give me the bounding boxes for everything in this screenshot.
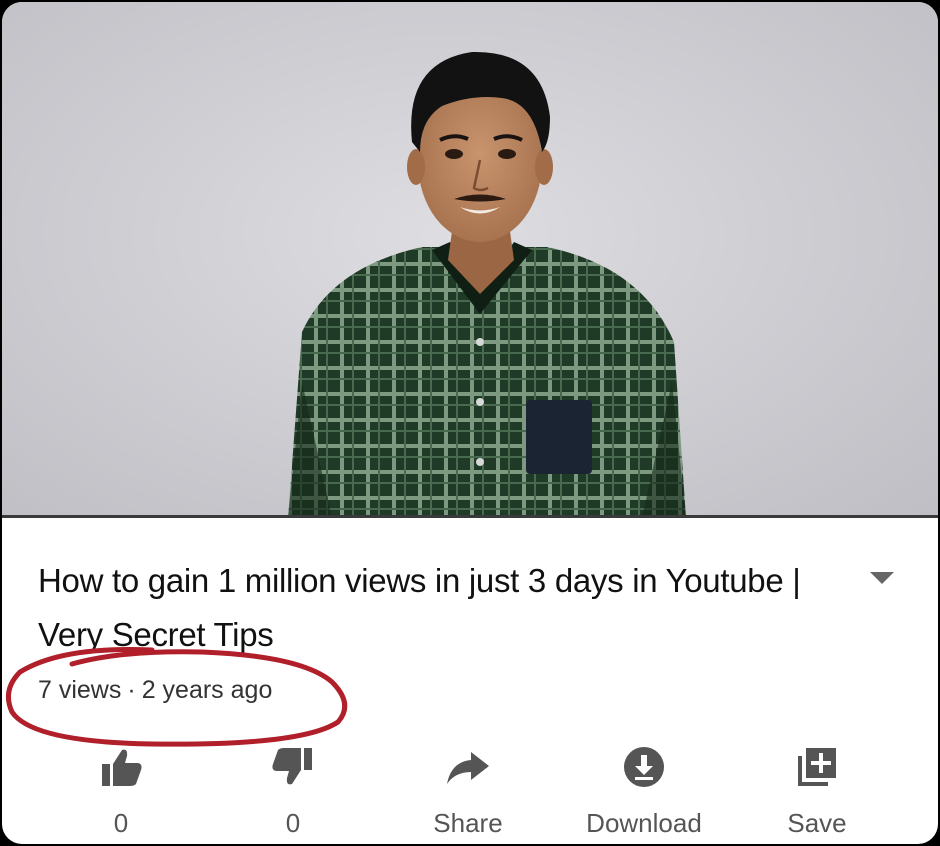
like-button[interactable]: 0 xyxy=(46,734,196,844)
download-icon xyxy=(624,747,664,787)
save-label: Save xyxy=(787,808,847,838)
presenter-image xyxy=(288,51,686,518)
save-button[interactable]: Save xyxy=(742,734,892,844)
like-count: 0 xyxy=(113,808,129,838)
thumbs-down-icon xyxy=(272,748,312,785)
video-player[interactable] xyxy=(2,2,938,518)
view-count: 7 views xyxy=(38,676,122,704)
chevron-down-icon[interactable] xyxy=(868,570,896,586)
share-label: Share xyxy=(433,808,503,838)
video-title: How to gain 1 million views in just 3 da… xyxy=(38,562,801,653)
share-button[interactable]: Share xyxy=(393,734,543,844)
download-button[interactable]: Download xyxy=(569,734,719,844)
upload-age: 2 years ago xyxy=(141,676,273,704)
add-to-playlist-icon xyxy=(798,748,836,786)
dislike-count: 0 xyxy=(285,808,301,838)
meta-separator: · xyxy=(127,676,136,704)
action-bar: 0 0 Share Download Save xyxy=(2,734,938,844)
dislike-button[interactable]: 0 xyxy=(218,734,368,844)
video-bottom-divider xyxy=(2,515,938,518)
share-arrow-icon xyxy=(447,752,489,784)
download-label: Download xyxy=(586,808,702,838)
video-meta: 7 views · 2 years ago xyxy=(38,676,272,705)
thumbs-up-icon xyxy=(102,749,142,786)
screenshot-frame: How to gain 1 million views in just 3 da… xyxy=(2,2,938,844)
